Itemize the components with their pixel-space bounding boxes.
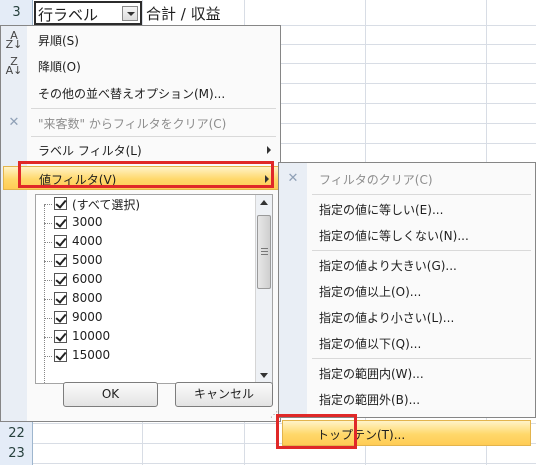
checkbox[interactable] [54,292,67,305]
ok-button[interactable]: OK [63,382,158,407]
row-number-23[interactable]: 23 [0,446,33,461]
scroll-thumb[interactable] [257,215,271,289]
submenu-item-label: 指定の値より大きい(G)... [319,259,457,273]
value-filter-submenu: ✕ フィルタのクリア(C) 指定の値に等しい(E)... 指定の値に等しくない(… [278,162,536,418]
scroll-down-icon[interactable] [260,373,268,378]
checkbox[interactable] [54,349,67,362]
menu-separator [312,250,531,251]
sort-descending-label: 降順(O) [38,60,81,74]
clear-filter-icon: ✕ [8,115,20,130]
submenu-item-label: 指定の値以上(O)... [319,285,422,299]
checkbox[interactable] [54,330,67,343]
menu-separator [31,108,276,109]
list-item-label: 10000 [72,329,111,343]
equals-item[interactable]: 指定の値に等しい(E)... [279,197,535,221]
menu-separator [312,358,531,359]
sort-ascending-icon: A Z↓ [5,29,23,51]
annotation-highlight-box [276,414,357,449]
tree-branch [44,204,52,205]
checkbox[interactable] [54,254,67,267]
grip-line [261,248,268,249]
scroll-up-icon[interactable] [260,200,268,205]
clear-filter-label: "来客数" からフィルタをクリア(C) [38,117,227,131]
tree-branch [44,223,52,224]
menu-separator [312,194,531,195]
checkbox[interactable] [54,216,67,229]
list-item-label: 8000 [72,291,103,305]
filter-dropdown-button[interactable] [122,6,138,21]
sort-ascending-label: 昇順(S) [38,34,79,48]
tree-branch [44,280,52,281]
filter-menu: A Z↓ 昇順(S) Z A↓ 降順(O) その他の並べ替えオプション(M)... … [0,25,281,422]
grip-line [261,254,268,255]
tree-branch [44,242,52,243]
tree-branch [44,337,52,338]
label-filter-item[interactable]: ラベル フィルタ(L) [1,139,280,161]
grip-line [261,251,268,252]
greater-or-equal-item[interactable]: 指定の値以上(O)... [279,279,535,303]
submenu-item-label: 指定の範囲外(B)... [319,393,421,407]
menu-separator [31,136,276,137]
list-scrollbar[interactable] [255,195,272,383]
sort-descending-item[interactable]: Z A↓ 降順(O) [1,55,280,77]
list-item-label: 6000 [72,272,103,286]
filter-value-list[interactable]: (すべて選択) 3000 4000 5000 6000 8000 9000 10… [35,194,273,384]
clear-filter-item[interactable]: ✕ "来客数" からフィルタをクリア(C) [1,112,280,134]
clear-value-filter-item[interactable]: ✕ フィルタのクリア(C) [279,167,535,191]
between-item[interactable]: 指定の範囲内(W)... [279,361,535,385]
more-sort-options-label: その他の並べ替えオプション(M)... [38,87,226,101]
submenu-item-label: フィルタのクリア(C) [319,173,433,187]
list-item-label: 5000 [72,253,103,267]
tree-branch [44,299,52,300]
sort-ascending-item[interactable]: A Z↓ 昇順(S) [1,29,280,51]
submenu-item-label: 指定の値より小さい(L)... [319,311,455,325]
submenu-item-label: 指定の値以下(Q)... [319,337,422,351]
tree-branch [44,261,52,262]
list-item-label: 3000 [72,215,103,229]
tree-branch [44,318,52,319]
annotation-highlight-box [18,161,274,188]
cancel-button[interactable]: キャンセル [175,382,273,407]
less-or-equal-item[interactable]: 指定の値以下(Q)... [279,331,535,355]
not-between-item[interactable]: 指定の範囲外(B)... [279,387,535,411]
checkbox[interactable] [54,235,67,248]
pivot-row-label-cell[interactable]: 行ラベル [34,1,142,25]
grid-line [33,463,536,464]
not-equals-item[interactable]: 指定の値に等しくない(N)... [279,223,535,247]
submenu-item-label: 指定の値に等しい(E)... [319,203,444,217]
checkbox[interactable] [54,273,67,286]
row-number-22[interactable]: 22 [0,426,33,441]
submenu-arrow-icon [267,146,271,154]
submenu-item-label: 指定の範囲内(W)... [319,367,424,381]
pivot-row-label: 行ラベル [38,6,99,24]
more-sort-options-item[interactable]: その他の並べ替えオプション(M)... [1,82,280,104]
less-than-item[interactable]: 指定の値より小さい(L)... [279,305,535,329]
list-item-label: (すべて選択) [72,198,141,212]
checkbox[interactable] [54,197,67,210]
list-item-label: 4000 [72,234,103,248]
sort-descending-icon: Z A↓ [5,55,23,77]
greater-than-item[interactable]: 指定の値より大きい(G)... [279,253,535,277]
list-item-label: 15000 [72,348,111,362]
clear-filter-icon: ✕ [287,171,299,186]
row-number-3[interactable]: 3 [0,5,33,20]
value-header-cell[interactable]: 合計 / 収益 [146,3,221,24]
list-item-label: 9000 [72,310,103,324]
tree-branch [44,356,52,357]
label-filter-label: ラベル フィルタ(L) [38,144,142,158]
submenu-item-label: 指定の値に等しくない(N)... [319,229,469,243]
tree-line [44,205,45,383]
checkbox[interactable] [54,311,67,324]
